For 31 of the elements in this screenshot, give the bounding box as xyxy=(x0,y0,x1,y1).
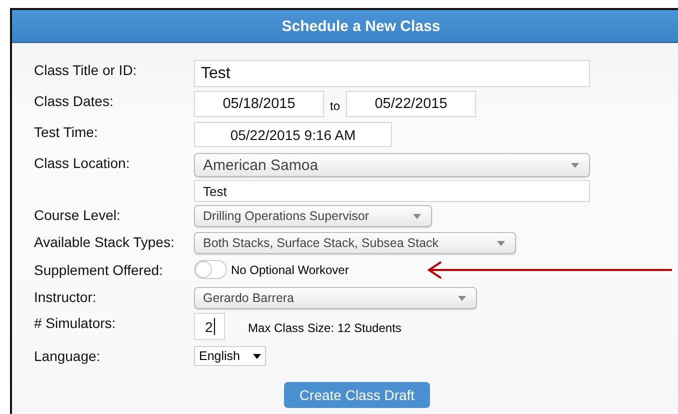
end-date-field[interactable]: 05/22/2015 xyxy=(346,91,476,117)
toggle-switch[interactable] xyxy=(194,260,227,279)
caret-icon xyxy=(458,296,466,300)
language-select[interactable]: English xyxy=(194,346,266,366)
field-label: Available Stack Types: xyxy=(34,233,176,250)
field-label: Supplement Offered: xyxy=(34,261,164,278)
location-select[interactable]: American Samoa xyxy=(194,153,590,177)
field-label: Class Title or ID: xyxy=(34,61,138,78)
class-size-note: Max Class Size: 12 Students xyxy=(248,321,402,335)
field-label: Class Location: xyxy=(34,154,131,171)
title-field[interactable]: Test xyxy=(194,60,590,87)
panel-title: Schedule a New Class xyxy=(282,18,440,34)
field-label: Class Dates: xyxy=(34,92,114,109)
dropdown-select[interactable]: Drilling Operations Supervisor xyxy=(194,205,432,227)
caret-icon xyxy=(253,354,261,358)
dropdown-select[interactable]: Gerardo Barrera xyxy=(194,287,477,309)
toggle-caption: No Optional Workover xyxy=(231,262,349,276)
field-label: Instructor: xyxy=(34,288,98,305)
field-label: # Simulators: xyxy=(34,314,117,331)
field-label: Language: xyxy=(34,347,102,364)
field-label: Course Level: xyxy=(34,206,122,223)
dropdown-select[interactable]: Both Stacks, Surface Stack, Subsea Stack xyxy=(194,232,516,254)
caret-icon xyxy=(497,240,505,246)
simulators-field[interactable]: 2 xyxy=(194,313,225,340)
location-detail-field[interactable]: Test xyxy=(194,180,590,202)
caret-icon xyxy=(413,214,421,218)
caret-icon xyxy=(571,162,579,168)
range-separator: to xyxy=(330,98,340,112)
test-time-field[interactable]: 05/22/2015 9:16 AM xyxy=(194,122,392,147)
start-date-field[interactable]: 05/18/2015 xyxy=(194,91,324,117)
field-label: Test Time: xyxy=(34,123,99,140)
